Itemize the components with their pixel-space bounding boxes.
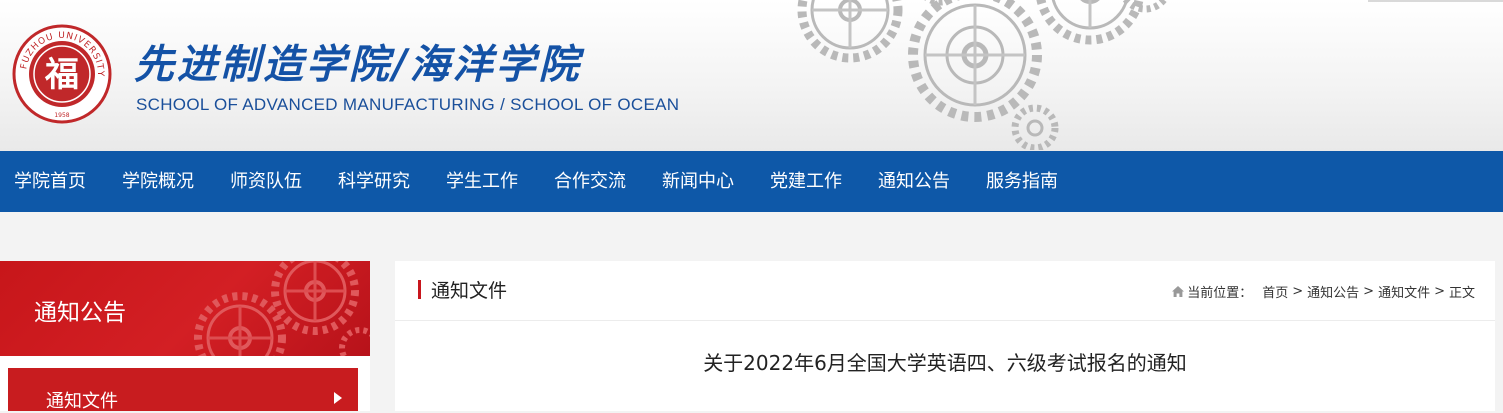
nav-item-cooperation[interactable]: 合作交流 <box>536 151 644 212</box>
breadcrumb-separator: > <box>1292 284 1304 299</box>
nav-item-party[interactable]: 党建工作 <box>752 151 860 212</box>
nav-item-research[interactable]: 科学研究 <box>320 151 428 212</box>
nav-item-news[interactable]: 新闻中心 <box>644 151 752 212</box>
nav-item-faculty[interactable]: 师资队伍 <box>212 151 320 212</box>
section-heading: 通知文件 <box>431 280 508 302</box>
site-header: FUZHOU UNIVERSITY 福 1958 先进制造学院/海洋学院 SCH… <box>0 0 1503 151</box>
heading-divider <box>395 320 1495 321</box>
top-divider <box>1368 0 1503 2</box>
triangle-right-icon <box>334 392 342 404</box>
breadcrumb-label: 当前位置： <box>1187 286 1253 301</box>
nav-item-home[interactable]: 学院首页 <box>0 151 104 212</box>
sidebar-title: 通知公告 <box>34 300 126 326</box>
content-panel: 通知文件 当前位置： 首页 > 通知公告 > 通知文件 > 正文 关于2022年… <box>395 261 1495 411</box>
article-title: 关于2022年6月全国大学英语四、六级考试报名的通知 <box>703 351 1187 375</box>
sidebar-header: 通知公告 <box>0 261 370 356</box>
sidebar-item-notice-files[interactable]: 通知文件 <box>8 368 358 412</box>
nav-item-student-affairs[interactable]: 学生工作 <box>428 151 536 212</box>
nav-item-services[interactable]: 服务指南 <box>968 151 1076 212</box>
sidebar-item-label: 通知文件 <box>46 391 118 412</box>
university-seal-logo[interactable]: FUZHOU UNIVERSITY 福 1958 <box>12 24 112 124</box>
site-title-en: SCHOOL OF ADVANCED MANUFACTURING / SCHOO… <box>136 95 680 114</box>
svg-text:福: 福 <box>44 55 79 95</box>
gears-decoration-icon <box>797 0 1169 150</box>
main-navigation: 学院首页 学院概况 师资队伍 科学研究 学生工作 合作交流 新闻中心 党建工作 … <box>0 151 1503 212</box>
breadcrumb-current: 正文 <box>1448 286 1475 301</box>
breadcrumb-separator: > <box>1434 284 1445 299</box>
heading-accent-bar <box>418 280 421 299</box>
site-title-cn[interactable]: 先进制造学院/海洋学院 <box>134 32 582 90</box>
breadcrumb-home[interactable]: 首页 <box>1262 282 1288 301</box>
breadcrumb: 当前位置： 首页 > 通知公告 > 通知文件 > 正文 <box>1171 282 1475 301</box>
home-icon <box>1172 286 1185 297</box>
nav-item-notices[interactable]: 通知公告 <box>860 151 968 212</box>
nav-item-overview[interactable]: 学院概况 <box>104 151 212 212</box>
svg-text:1958: 1958 <box>54 112 69 119</box>
breadcrumb-notice-files[interactable]: 通知文件 <box>1378 282 1430 301</box>
gears-decoration-icon <box>194 261 370 356</box>
breadcrumb-notices[interactable]: 通知公告 <box>1307 282 1359 301</box>
breadcrumb-separator: > <box>1363 284 1375 299</box>
